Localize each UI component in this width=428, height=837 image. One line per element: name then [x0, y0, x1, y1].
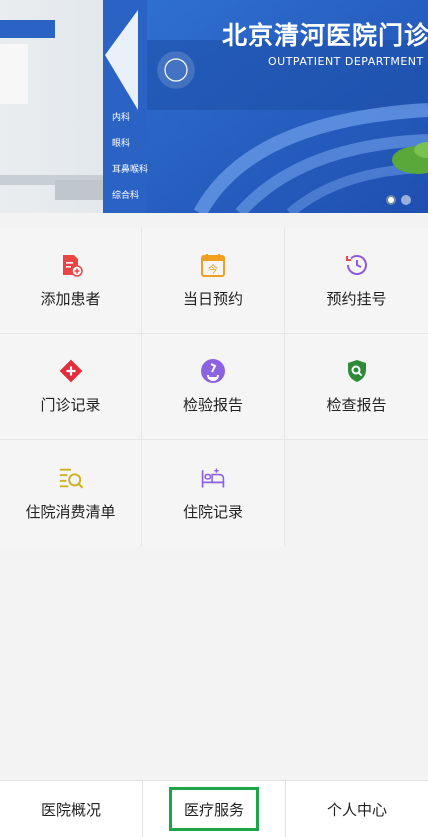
department-sign: 耳鼻喉科: [112, 165, 149, 175]
medical-cross-icon: [58, 358, 84, 384]
carousel-dot-active[interactable]: [386, 195, 396, 205]
service-label: 检验报告: [182, 396, 243, 414]
shield-search-icon: [344, 358, 370, 384]
service-add-patient[interactable]: 添加患者: [0, 228, 142, 334]
microscope-icon: [200, 358, 226, 384]
calendar-today-icon: 今: [200, 252, 226, 278]
service-grid-empty-cell: [285, 440, 428, 546]
service-outpatient-records[interactable]: 门诊记录: [0, 334, 142, 440]
tab-personal-center[interactable]: 个人中心: [286, 781, 428, 837]
hospital-bed-icon: [200, 465, 226, 491]
svg-text:今: 今: [208, 263, 218, 276]
service-book-registration[interactable]: 预约挂号: [285, 228, 428, 334]
service-grid: 添加患者 今 当日预约 预约挂号 门诊记录 检验报告 检查报告 住院消费清单 住…: [0, 228, 428, 546]
service-label: 住院记录: [182, 502, 243, 521]
tab-medical-services[interactable]: 医疗服务: [142, 781, 286, 837]
service-label: 添加患者: [40, 290, 101, 308]
service-label: 预约挂号: [326, 290, 387, 308]
service-label: 住院消费清单: [25, 502, 116, 521]
service-label: 当日预约: [182, 290, 243, 308]
banner-subtitle: OUTPATIENT DEPARTMENT: [268, 55, 424, 68]
banner-hospital-name: 北京清河医院门诊: [222, 21, 428, 50]
clock-history-icon: [344, 252, 370, 278]
department-sign: 综合科: [112, 191, 140, 201]
hospital-banner-carousel[interactable]: 北京清河医院门诊 OUTPATIENT DEPARTMENT 内科 眼科 耳鼻喉…: [0, 0, 428, 213]
department-sign: 内科: [112, 113, 131, 123]
service-label: 检查报告: [326, 396, 387, 414]
service-today-appointment[interactable]: 今 当日预约: [142, 228, 285, 334]
add-patient-icon: [58, 252, 84, 278]
service-exam-report[interactable]: 检查报告: [285, 334, 428, 440]
department-sign: 眼科: [112, 139, 131, 149]
carousel-indicator: [386, 195, 411, 205]
tab-hospital-overview[interactable]: 医院概况: [0, 781, 142, 837]
department-sign-list: 内科 眼科 耳鼻喉科 综合科: [112, 105, 148, 209]
service-label: 门诊记录: [40, 396, 101, 414]
carousel-dot[interactable]: [401, 195, 411, 205]
service-inpatient-expense-list[interactable]: 住院消费清单: [0, 440, 142, 546]
service-lab-report[interactable]: 检验报告: [142, 334, 285, 440]
list-search-icon: [58, 465, 84, 491]
bottom-tab-bar: 医院概况 医疗服务 个人中心: [0, 780, 428, 837]
service-inpatient-records[interactable]: 住院记录: [142, 440, 285, 546]
